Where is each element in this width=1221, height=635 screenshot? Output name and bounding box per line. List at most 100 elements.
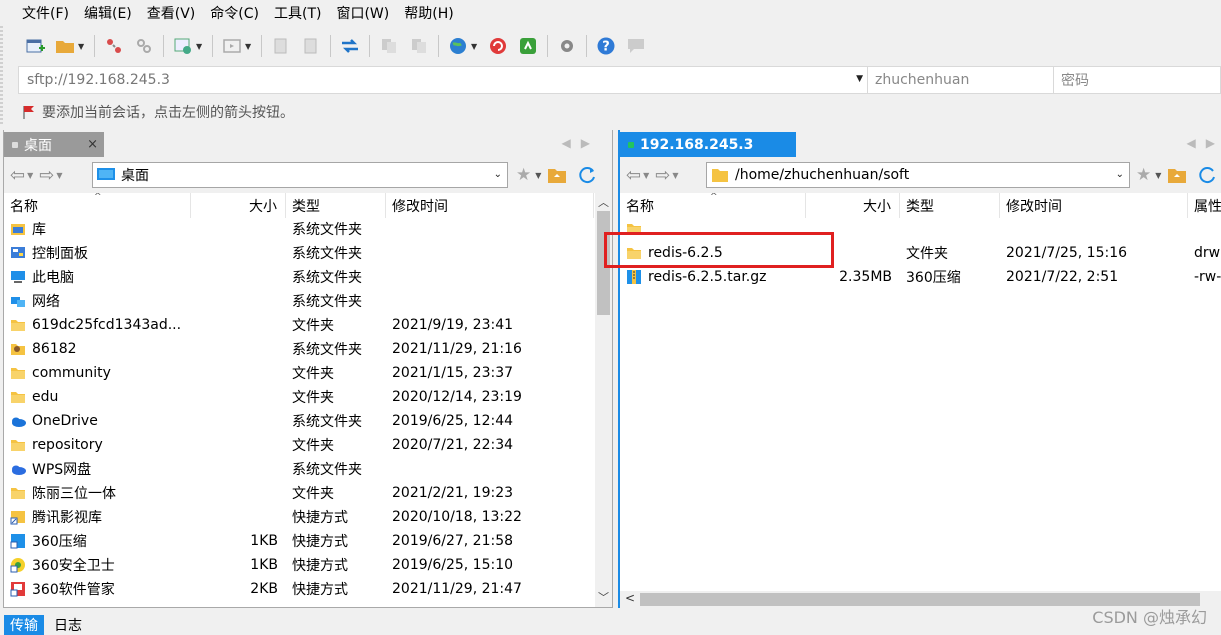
forward-dropdown-icon[interactable]: ▼: [672, 171, 678, 180]
username-field[interactable]: zhuchenhuan: [867, 67, 1053, 93]
table-row[interactable]: redis-6.2.5.tar.gz 2.35MB 360压缩 2021/7/22, …: [620, 265, 1221, 289]
gear-icon[interactable]: [556, 35, 578, 57]
scroll-down-icon[interactable]: ﹀: [598, 589, 609, 605]
table-row[interactable]: community 文件夹 2021/1/15, 23:37: [4, 361, 594, 385]
menu-edit[interactable]: 编辑(E): [84, 3, 132, 23]
forward-arrow-icon[interactable]: ⇨: [39, 165, 54, 186]
forward-arrow-icon[interactable]: ⇨: [655, 165, 670, 186]
menu-command[interactable]: 命令(C): [210, 3, 259, 23]
tab-scroll-arrows-icon[interactable]: ◀▶: [1187, 136, 1221, 150]
remote-path-input[interactable]: /home/zhuchenhuan/soft ⌄: [706, 162, 1130, 188]
password-field[interactable]: 密码: [1053, 67, 1220, 93]
scroll-left-icon[interactable]: <: [625, 591, 635, 605]
reconnect-icon[interactable]: [133, 35, 155, 57]
table-row[interactable]: 控制面板 系统文件夹: [4, 241, 594, 265]
table-row[interactable]: 此电脑 系统文件夹: [4, 265, 594, 289]
menu-view[interactable]: 查看(V): [147, 3, 196, 23]
tab-transfers[interactable]: 传输: [4, 615, 44, 635]
table-row[interactable]: 网络 系统文件夹: [4, 289, 594, 313]
table-row[interactable]: 陈丽三位一体 文件夹 2021/2/21, 19:23: [4, 481, 594, 505]
network-icon: [10, 293, 26, 309]
table-row[interactable]: 360软件管家 2KB 快捷方式 2021/11/29, 21:47: [4, 577, 594, 601]
globe-dropdown-icon[interactable]: ▼: [471, 42, 479, 51]
menu-tools[interactable]: 工具(T): [274, 3, 321, 23]
xshell-icon[interactable]: [487, 35, 509, 57]
parent-folder-icon[interactable]: [547, 166, 567, 184]
back-arrow-icon[interactable]: ⇦: [626, 165, 641, 186]
archive-icon: [626, 269, 642, 285]
col-size[interactable]: 大小: [806, 193, 900, 218]
help-icon[interactable]: ?: [595, 35, 617, 57]
star-dropdown-icon[interactable]: ▼: [535, 171, 541, 180]
table-row[interactable]: 360压缩 1KB 快捷方式 2019/6/27, 21:58: [4, 529, 594, 553]
toolbar-separator: [547, 35, 548, 57]
shortcut-icon: [10, 509, 26, 525]
toolbar-separator: [586, 35, 587, 57]
open-dropdown-icon[interactable]: ▼: [78, 42, 86, 51]
tab-remote-host[interactable]: 192.168.245.3: [620, 132, 796, 157]
session-hint: 要添加当前会话，点击左侧的箭头按钮。: [22, 102, 294, 122]
chevron-down-icon[interactable]: ⌄: [494, 169, 502, 180]
forward-dropdown-icon[interactable]: ▼: [56, 171, 62, 180]
disconnect-icon[interactable]: [103, 35, 125, 57]
open-folder-icon[interactable]: [54, 35, 76, 57]
table-row[interactable]: edu 文件夹 2020/12/14, 23:19: [4, 385, 594, 409]
globe-icon[interactable]: [447, 35, 469, 57]
table-row[interactable]: 腾讯影视库 快捷方式 2020/10/18, 13:22: [4, 505, 594, 529]
scroll-up-icon[interactable]: ︿: [598, 194, 609, 210]
chevron-down-icon[interactable]: ▼: [856, 74, 863, 84]
close-icon[interactable]: ×: [87, 137, 98, 152]
compare-icon[interactable]: [408, 35, 430, 57]
table-row[interactable]: 619dc25fcd1343ad... 文件夹 2021/9/19, 23:41: [4, 313, 594, 337]
cell-type: 快捷方式: [292, 510, 348, 526]
tab-scroll-arrows-icon[interactable]: ◀▶: [562, 136, 600, 150]
tab-desktop[interactable]: 桌面 ×: [4, 132, 104, 157]
cell-name: WPS网盘: [4, 457, 191, 481]
terminal-icon[interactable]: [221, 35, 243, 57]
col-type[interactable]: 类型: [900, 193, 1000, 218]
col-size[interactable]: 大小: [191, 193, 286, 218]
back-arrow-icon[interactable]: ⇦: [10, 165, 25, 186]
parent-folder-icon[interactable]: [1167, 166, 1187, 184]
flag-icon: [23, 106, 34, 119]
xftp-icon[interactable]: [517, 35, 539, 57]
terminal-dropdown-icon[interactable]: ▼: [245, 42, 253, 51]
chevron-down-icon[interactable]: ⌄: [1116, 169, 1124, 180]
table-row[interactable]: OneDrive 系统文件夹 2019/6/25, 12:44: [4, 409, 594, 433]
new-session-icon[interactable]: [24, 35, 46, 57]
paste-icon[interactable]: [300, 35, 322, 57]
col-name[interactable]: 名称 ^: [620, 193, 806, 218]
table-row[interactable]: WPS网盘 系统文件夹: [4, 457, 594, 481]
col-name[interactable]: 名称 ^: [4, 193, 191, 218]
table-row[interactable]: 库 系统文件夹: [4, 217, 594, 241]
star-icon[interactable]: ★: [1136, 165, 1151, 185]
chat-icon[interactable]: [625, 35, 647, 57]
computer-icon: [10, 269, 26, 285]
refresh-icon[interactable]: [1197, 165, 1217, 185]
watermark: CSDN @烛承幻: [1092, 608, 1207, 627]
col-modified[interactable]: 修改时间: [386, 193, 594, 218]
properties-dropdown-icon[interactable]: ▼: [196, 42, 204, 51]
col-type[interactable]: 类型: [286, 193, 386, 218]
star-icon[interactable]: ★: [516, 165, 531, 185]
menu-window[interactable]: 窗口(W): [336, 3, 389, 23]
back-dropdown-icon[interactable]: ▼: [27, 171, 33, 180]
col-attributes[interactable]: 属性: [1188, 193, 1221, 218]
refresh-icon[interactable]: [577, 165, 597, 185]
table-row[interactable]: repository 文件夹 2020/7/21, 22:34: [4, 433, 594, 457]
properties-icon[interactable]: [172, 35, 194, 57]
sync-icon[interactable]: [378, 35, 400, 57]
cell-type: 系统文件夹: [292, 414, 362, 430]
star-dropdown-icon[interactable]: ▼: [1155, 171, 1161, 180]
transfer-icon[interactable]: [339, 35, 361, 57]
tab-log[interactable]: 日志: [48, 615, 88, 635]
menu-file[interactable]: 文件(F): [22, 3, 69, 23]
col-modified[interactable]: 修改时间: [1000, 193, 1188, 218]
back-dropdown-icon[interactable]: ▼: [643, 171, 649, 180]
table-row[interactable]: 360安全卫士 1KB 快捷方式 2019/6/25, 15:10: [4, 553, 594, 577]
copy-icon[interactable]: [270, 35, 292, 57]
menu-help[interactable]: 帮助(H): [404, 3, 453, 23]
local-path-input[interactable]: 桌面 ⌄: [92, 162, 508, 188]
host-input[interactable]: sftp://192.168.245.3 ▼: [19, 67, 867, 93]
table-row[interactable]: 86182 系统文件夹 2021/11/29, 21:16: [4, 337, 594, 361]
